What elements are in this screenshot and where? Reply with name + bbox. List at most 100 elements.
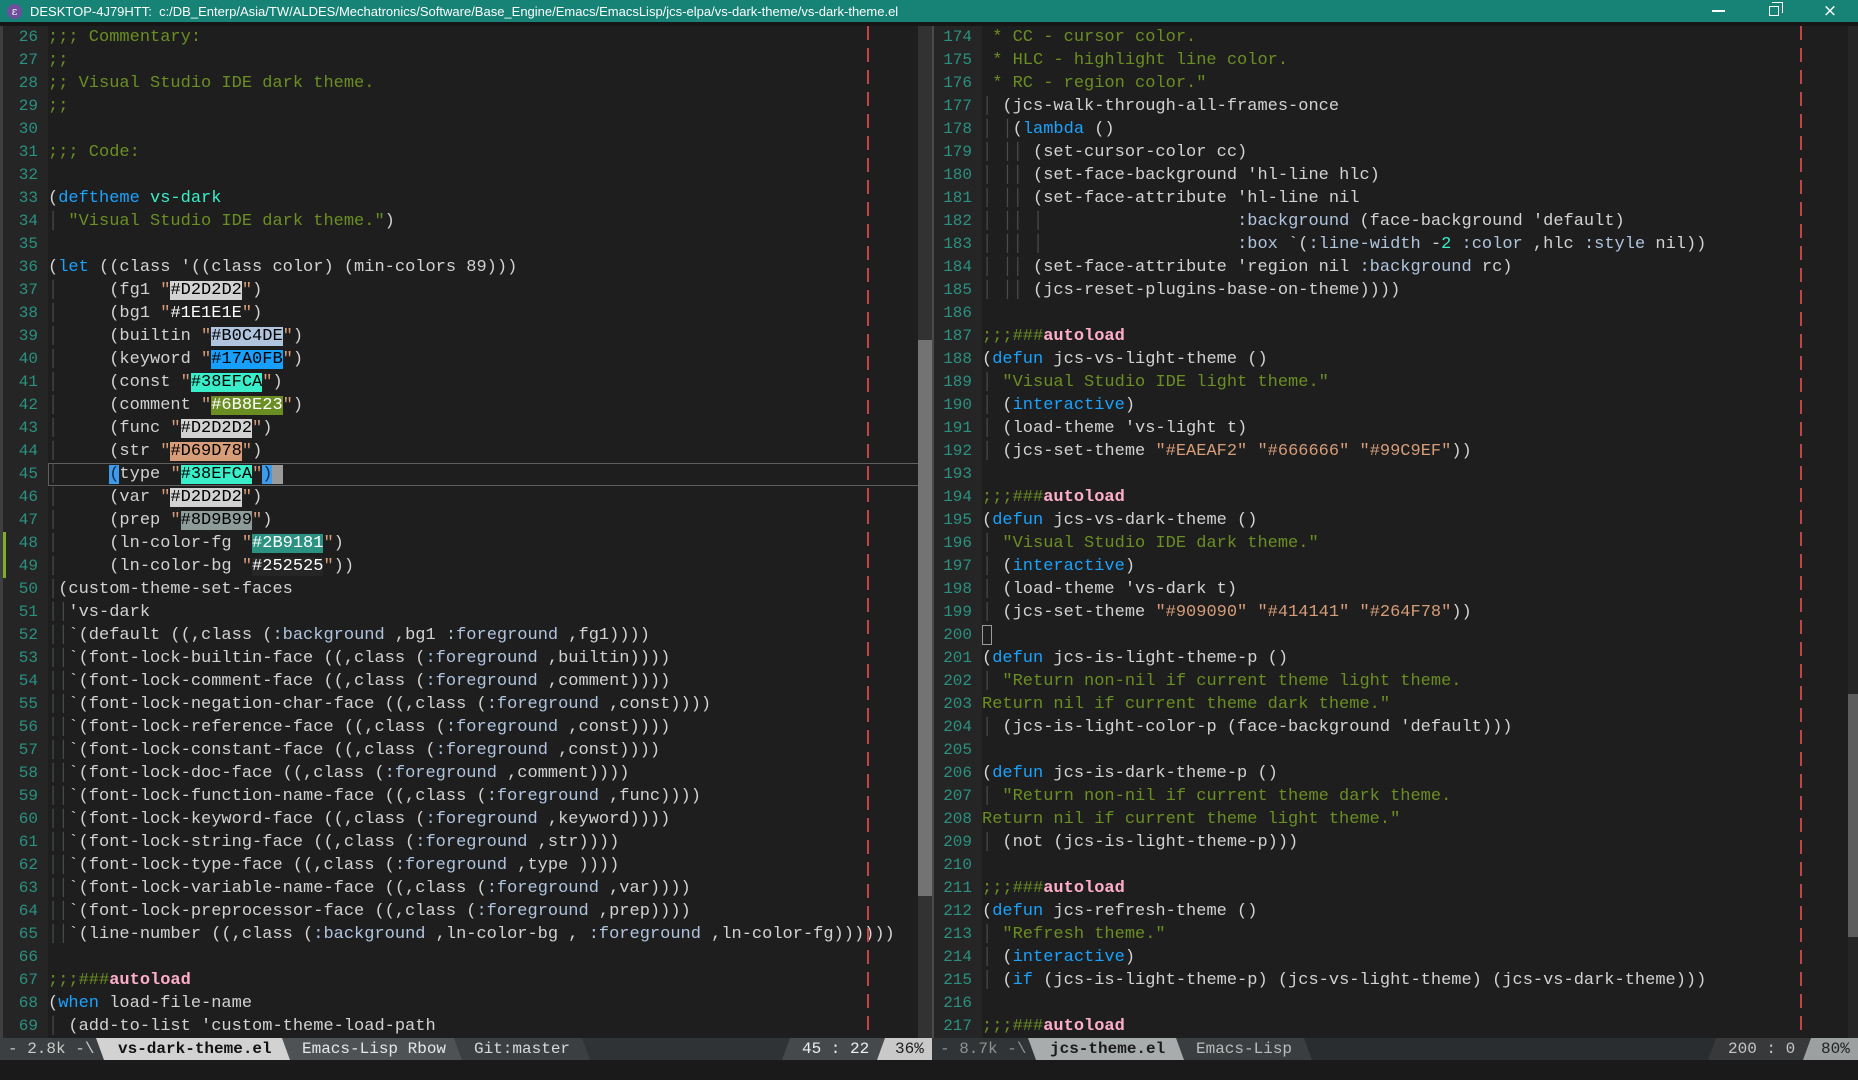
code-line[interactable]: 29;; (3, 95, 932, 118)
code-line[interactable]: 202│ "Return non-nil if current theme li… (934, 670, 1858, 693)
code-line[interactable]: 54││`(font-lock-comment-face ((,class (:… (3, 670, 932, 693)
code-line[interactable]: 211;;;###autoload (934, 877, 1858, 900)
code-line[interactable]: 38│ (bg1 "#1E1E1E") (3, 302, 932, 325)
code-line[interactable]: 217;;;###autoload (934, 1015, 1858, 1038)
code-line[interactable]: 61││`(font-lock-string-face ((,class (:f… (3, 831, 932, 854)
code-line[interactable]: 195(defun jcs-vs-dark-theme () (934, 509, 1858, 532)
code-line[interactable]: 40│ (keyword "#17A0FB") (3, 348, 932, 371)
code-line[interactable]: 192│ (jcs-set-theme "#EAEAF2" "#666666" … (934, 440, 1858, 463)
code-line[interactable]: 203Return nil if current theme dark them… (934, 693, 1858, 716)
scrollbar-thumb[interactable] (1848, 694, 1858, 937)
code-line[interactable]: 209│ (not (jcs-is-light-theme-p))) (934, 831, 1858, 854)
code-line[interactable]: 64││`(font-lock-preprocessor-face ((,cla… (3, 900, 932, 923)
code-line[interactable]: 51││'vs-dark (3, 601, 932, 624)
code-line[interactable]: 62││`(font-lock-type-face ((,class (:for… (3, 854, 932, 877)
code-line[interactable]: 184│ ││ (set-face-attribute 'region nil … (934, 256, 1858, 279)
code-line[interactable]: 50│(custom-theme-set-faces (3, 578, 932, 601)
code-line[interactable]: 57││`(font-lock-constant-face ((,class (… (3, 739, 932, 762)
code-line[interactable]: 183│ ││ │ :box `(:line-width -2 :color ,… (934, 233, 1858, 256)
code-line[interactable]: 58││`(font-lock-doc-face ((,class (:fore… (3, 762, 932, 785)
code-line[interactable]: 65││`(line-number ((,class (:background … (3, 923, 932, 946)
code-line[interactable]: 174 * CC - cursor color. (934, 26, 1858, 49)
restore-button[interactable] (1746, 0, 1802, 22)
code-line[interactable]: 188(defun jcs-vs-light-theme () (934, 348, 1858, 371)
code-line[interactable]: 33(deftheme vs-dark (3, 187, 932, 210)
code-line[interactable]: 182│ ││ │ :background (face-background '… (934, 210, 1858, 233)
code-line[interactable]: 191│ (load-theme 'vs-light t) (934, 417, 1858, 440)
scrollbar-right[interactable] (1848, 26, 1858, 1038)
code-line[interactable]: 48│ (ln-color-fg "#2B9181") (3, 532, 932, 555)
code-line[interactable]: 177│ (jcs-walk-through-all-frames-once (934, 95, 1858, 118)
code-line[interactable]: 30 (3, 118, 932, 141)
code-line[interactable]: 207│ "Return non-nil if current theme da… (934, 785, 1858, 808)
code-line[interactable]: 47│ (prep "#8D9B99") (3, 509, 932, 532)
code-line[interactable]: 199│ (jcs-set-theme "#909090" "#414141" … (934, 601, 1858, 624)
code-line[interactable]: 198│ (load-theme 'vs-dark t) (934, 578, 1858, 601)
code-line[interactable]: 69│ (add-to-list 'custom-theme-load-path (3, 1015, 932, 1038)
code-line[interactable]: 28;; Visual Studio IDE dark theme. (3, 72, 932, 95)
code-line[interactable]: 176 * RC - region color." (934, 72, 1858, 95)
major-mode[interactable]: Emacs-Lisp (1176, 1038, 1312, 1060)
buffer-name[interactable]: jcs-theme.el (1028, 1038, 1187, 1060)
major-mode[interactable]: Emacs-Lisp Rbow (282, 1038, 466, 1060)
code-line[interactable]: 42│ (comment "#6B8E23") (3, 394, 932, 417)
buffer-right[interactable]: 174 * CC - cursor color.175 * HLC - high… (934, 26, 1858, 1038)
code-line[interactable]: 179│ ││ (set-cursor-color cc) (934, 141, 1858, 164)
code-line[interactable]: 197│ (interactive) (934, 555, 1858, 578)
scrollbar-thumb[interactable] (918, 340, 932, 897)
code-line[interactable]: 190│ (interactive) (934, 394, 1858, 417)
code-line[interactable]: 67;;;###autoload (3, 969, 932, 992)
scrollbar-left[interactable] (918, 26, 932, 1038)
code-line[interactable]: 55││`(font-lock-negation-char-face ((,cl… (3, 693, 932, 716)
code-line[interactable]: 180│ ││ (set-face-background 'hl-line hl… (934, 164, 1858, 187)
code-line[interactable]: 56││`(font-lock-reference-face ((,class … (3, 716, 932, 739)
buffer-name[interactable]: vs-dark-theme.el (96, 1038, 294, 1060)
code-line[interactable]: 178│ │(lambda () (934, 118, 1858, 141)
code-line[interactable]: 193 (934, 463, 1858, 486)
code-line[interactable]: 26;;; Commentary: (3, 26, 932, 49)
code-line[interactable]: 200 (934, 624, 1858, 647)
close-button[interactable]: × (1802, 0, 1858, 22)
code-line[interactable]: 59││`(font-lock-function-name-face ((,cl… (3, 785, 932, 808)
code-line[interactable]: 196│ "Visual Studio IDE dark theme." (934, 532, 1858, 555)
code-line[interactable]: 37│ (fg1 "#D2D2D2") (3, 279, 932, 302)
code-line[interactable]: 214│ (interactive) (934, 946, 1858, 969)
code-line[interactable]: 213│ "Refresh theme." (934, 923, 1858, 946)
code-line[interactable]: 186 (934, 302, 1858, 325)
code-line[interactable]: 208Return nil if current theme light the… (934, 808, 1858, 831)
code-line[interactable]: 53││`(font-lock-builtin-face ((,class (:… (3, 647, 932, 670)
code-line[interactable]: 189│ "Visual Studio IDE light theme." (934, 371, 1858, 394)
code-line[interactable]: 212(defun jcs-refresh-theme () (934, 900, 1858, 923)
echo-area[interactable] (0, 1060, 1858, 1080)
code-line[interactable]: 194;;;###autoload (934, 486, 1858, 509)
code-line[interactable]: 205 (934, 739, 1858, 762)
code-line[interactable]: 60││`(font-lock-keyword-face ((,class (:… (3, 808, 932, 831)
code-line[interactable]: 204│ (jcs-is-light-color-p (face-backgro… (934, 716, 1858, 739)
code-line[interactable]: 31;;; Code: (3, 141, 932, 164)
buffer-left[interactable]: 26;;; Commentary:27;;28;; Visual Studio … (3, 26, 932, 1038)
code-line[interactable]: 35 (3, 233, 932, 256)
code-line[interactable]: 41│ (const "#38EFCA") (3, 371, 932, 394)
code-line[interactable]: 27;; (3, 49, 932, 72)
code-line[interactable]: 52││`(default ((,class (:background ,bg1… (3, 624, 932, 647)
code-line[interactable]: 34│ "Visual Studio IDE dark theme.") (3, 210, 932, 233)
code-line[interactable]: 43│ (func "#D2D2D2") (3, 417, 932, 440)
code-line[interactable]: 46│ (var "#D2D2D2") (3, 486, 932, 509)
code-line[interactable]: 210 (934, 854, 1858, 877)
code-line[interactable]: 175 * HLC - highlight line color. (934, 49, 1858, 72)
code-line[interactable]: 45│ (type "#38EFCA") (3, 463, 932, 486)
code-line[interactable]: 36(let ((class '((class color) (min-colo… (3, 256, 932, 279)
code-line[interactable]: 201(defun jcs-is-light-theme-p () (934, 647, 1858, 670)
code-line[interactable]: 68(when load-file-name (3, 992, 932, 1015)
editor-window-left[interactable]: 26;;; Commentary:27;;28;; Visual Studio … (0, 26, 932, 1038)
code-line[interactable]: 49│ (ln-color-bg "#252525")) (3, 555, 932, 578)
code-line[interactable]: 215│ (if (jcs-is-light-theme-p) (jcs-vs-… (934, 969, 1858, 992)
git-branch[interactable]: Git:master (454, 1038, 590, 1060)
code-line[interactable]: 44│ (str "#D69D78") (3, 440, 932, 463)
code-line[interactable]: 66 (3, 946, 932, 969)
code-line[interactable]: 32 (3, 164, 932, 187)
code-line[interactable]: 187;;;###autoload (934, 325, 1858, 348)
code-line[interactable]: 206(defun jcs-is-dark-theme-p () (934, 762, 1858, 785)
code-line[interactable]: 181│ ││ (set-face-attribute 'hl-line nil (934, 187, 1858, 210)
code-line[interactable]: 216 (934, 992, 1858, 1015)
